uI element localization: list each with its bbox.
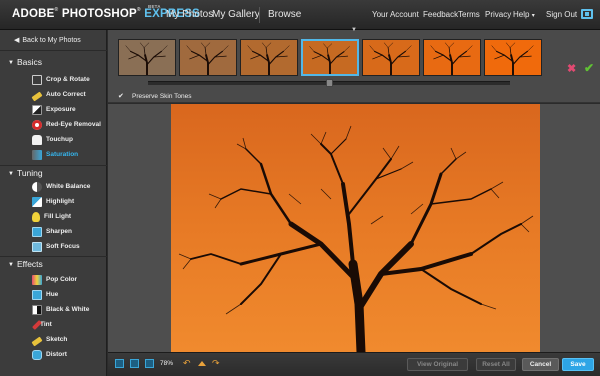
crop-icon <box>32 74 42 85</box>
sidebar: ◀ Back to My Photos ▼ Basics Crop & Rotate… <box>0 30 107 376</box>
tool-fill-light[interactable]: Fill Light <box>32 210 71 223</box>
section-basics[interactable]: ▼ Basics <box>8 57 42 67</box>
tool-sharpen[interactable]: Sharpen <box>32 225 72 238</box>
soft-focus-icon <box>32 241 42 252</box>
your-account-link[interactable]: Your Account <box>372 10 419 19</box>
sign-out-link[interactable]: Sign Out <box>546 10 577 19</box>
tool-soft-focus[interactable]: Soft Focus <box>32 240 80 253</box>
tool-red-eye[interactable]: Red-Eye Removal <box>32 118 101 131</box>
terms-link[interactable]: Terms <box>458 10 480 19</box>
view-original-button[interactable]: View Original <box>407 358 468 371</box>
sidebar-divider <box>0 50 107 51</box>
tool-crop-rotate[interactable]: Crop & Rotate <box>32 73 90 86</box>
accept-check-icon[interactable]: ✔ <box>584 61 594 75</box>
triangle-down-icon: ▼ <box>8 60 14 66</box>
bottom-toolbar: 78% ↶ ↷ View Original Reset All Cancel S… <box>108 352 600 376</box>
hand-icon <box>32 134 42 145</box>
sidebar-divider <box>0 256 107 257</box>
thumbnail[interactable] <box>362 39 420 76</box>
thumbnail[interactable] <box>484 39 542 76</box>
tool-highlight[interactable]: Highlight <box>32 195 74 208</box>
feedback-link[interactable]: Feedback <box>423 10 458 19</box>
thumbnail[interactable] <box>301 39 359 76</box>
tool-pop-color[interactable]: Pop Color <box>32 273 77 286</box>
tool-auto-correct[interactable]: Auto Correct <box>31 88 86 102</box>
tool-black-white[interactable]: Black & White <box>32 303 89 316</box>
white-balance-icon <box>32 181 42 192</box>
tree-sunset-photo <box>171 104 540 352</box>
history-icon[interactable] <box>198 361 206 366</box>
zoom-out-icon[interactable] <box>115 359 124 368</box>
top-bar: ADOBE® PHOTOSHOP® EXPRESS BETA My Photos… <box>0 0 600 30</box>
tool-tint[interactable]: Tint <box>32 318 52 331</box>
tool-touchup[interactable]: Touchup <box>32 133 73 146</box>
preserve-skin-tones-label: Preserve Skin Tones <box>132 93 192 100</box>
pencil-icon <box>31 91 43 102</box>
black-white-icon <box>32 304 42 315</box>
reject-x-icon[interactable]: ✖ <box>567 62 576 75</box>
photo[interactable] <box>171 104 540 352</box>
privacy-link[interactable]: Privacy <box>485 10 511 19</box>
thumbnail[interactable] <box>240 39 298 76</box>
tool-saturation[interactable]: Saturation <box>32 148 78 161</box>
tool-sketch[interactable]: Sketch <box>31 333 67 347</box>
sketch-icon <box>31 336 43 347</box>
help-menu[interactable]: Help ▾ <box>513 10 535 19</box>
bulb-icon <box>32 211 40 222</box>
section-effects[interactable]: ▼ Effects <box>8 259 43 269</box>
options-bar: ✔ Preserve Skin Tones <box>108 90 600 103</box>
zoom-in-icon[interactable] <box>145 359 154 368</box>
redo-icon[interactable]: ↷ <box>212 358 220 369</box>
red-eye-icon <box>32 119 42 130</box>
tool-hue[interactable]: Hue <box>32 288 58 301</box>
preserve-skin-tones-checkbox[interactable]: ✔ <box>118 92 124 100</box>
tool-exposure[interactable]: Exposure <box>32 103 76 116</box>
section-tuning[interactable]: ▼ Tuning <box>8 168 43 178</box>
sharpen-icon <box>32 226 42 237</box>
saturation-icon <box>32 149 42 160</box>
tool-distort[interactable]: Distort <box>32 348 67 361</box>
nav-my-gallery[interactable]: My Gallery <box>212 9 260 20</box>
sidebar-divider <box>0 165 107 166</box>
chevron-down-icon: ▾ <box>531 13 535 19</box>
fullscreen-icon[interactable] <box>581 9 593 19</box>
triangle-down-icon: ▼ <box>8 262 14 268</box>
undo-icon[interactable]: ↶ <box>183 358 191 369</box>
exposure-icon <box>32 104 42 115</box>
collapse-arrow-icon[interactable]: ▼ <box>351 27 357 33</box>
saturation-slider-handle[interactable] <box>326 79 333 87</box>
reset-all-button[interactable]: Reset All <box>476 358 516 371</box>
triangle-down-icon: ▼ <box>8 171 14 177</box>
distort-icon <box>32 349 42 360</box>
thumbnail[interactable] <box>423 39 481 76</box>
tool-white-balance[interactable]: White Balance <box>32 180 90 193</box>
arrow-left-icon: ◀ <box>14 37 20 44</box>
highlight-icon <box>32 196 42 207</box>
back-to-my-photos[interactable]: ◀ Back to My Photos <box>14 36 81 44</box>
cancel-button[interactable]: Cancel <box>522 358 559 371</box>
hue-icon <box>32 289 42 300</box>
thumbnail[interactable] <box>118 39 176 76</box>
thumbnail[interactable] <box>179 39 237 76</box>
image-canvas <box>108 104 600 352</box>
fit-screen-icon[interactable] <box>130 359 139 368</box>
nav-browse[interactable]: Browse <box>268 9 301 20</box>
nav-divider <box>259 7 260 23</box>
zoom-level: 78% <box>160 360 174 367</box>
pop-color-icon <box>32 274 42 285</box>
save-button[interactable]: Save <box>562 358 594 371</box>
nav-my-photos[interactable]: My Photos <box>166 9 213 20</box>
help-label: Help <box>513 10 530 19</box>
